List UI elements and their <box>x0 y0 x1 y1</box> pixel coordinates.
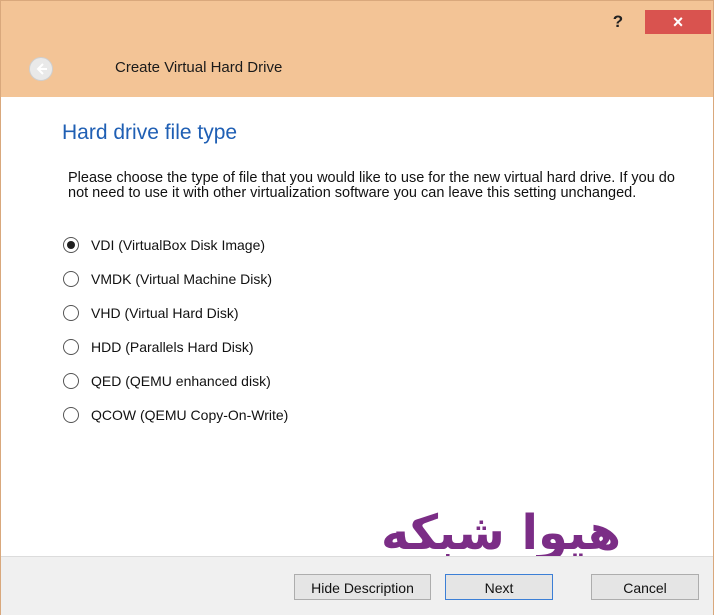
back-arrow-icon[interactable] <box>29 57 53 81</box>
title-bar: ? × <box>1 1 713 39</box>
option-label: QED (QEMU enhanced disk) <box>91 373 271 389</box>
next-button[interactable]: Next <box>445 574 553 600</box>
close-button[interactable]: × <box>645 10 711 34</box>
wizard-title: Create Virtual Hard Drive <box>115 59 283 76</box>
help-button[interactable]: ? <box>605 11 631 33</box>
dialog-window: ? × Create Virtual Hard Drive Hard drive… <box>0 0 714 615</box>
watermark-text: هیوا شبکه <box>381 505 621 561</box>
option-label: VDI (VirtualBox Disk Image) <box>91 237 266 253</box>
radio-vmdk[interactable] <box>63 271 79 287</box>
content-area: Hard drive file type Please choose the t… <box>1 97 713 563</box>
radio-vhd[interactable] <box>63 305 79 321</box>
button-bar: Hide Description Next Cancel <box>1 556 713 615</box>
page-description: Please choose the type of file that you … <box>68 170 675 201</box>
radio-qcow[interactable] <box>63 407 79 423</box>
cancel-button[interactable]: Cancel <box>591 574 699 600</box>
radio-hdd[interactable] <box>63 339 79 355</box>
hide-description-button[interactable]: Hide Description <box>294 574 431 600</box>
page-title: Hard drive file type <box>62 121 238 144</box>
option-label: HDD (Parallels Hard Disk) <box>91 339 254 355</box>
option-label: QCOW (QEMU Copy-On-Write) <box>91 407 289 423</box>
option-label: VHD (Virtual Hard Disk) <box>91 305 239 321</box>
radio-qed[interactable] <box>63 373 79 389</box>
option-label: VMDK (Virtual Machine Disk) <box>91 271 273 287</box>
radio-vdi[interactable] <box>63 237 79 253</box>
wizard-header: Create Virtual Hard Drive <box>1 39 713 97</box>
